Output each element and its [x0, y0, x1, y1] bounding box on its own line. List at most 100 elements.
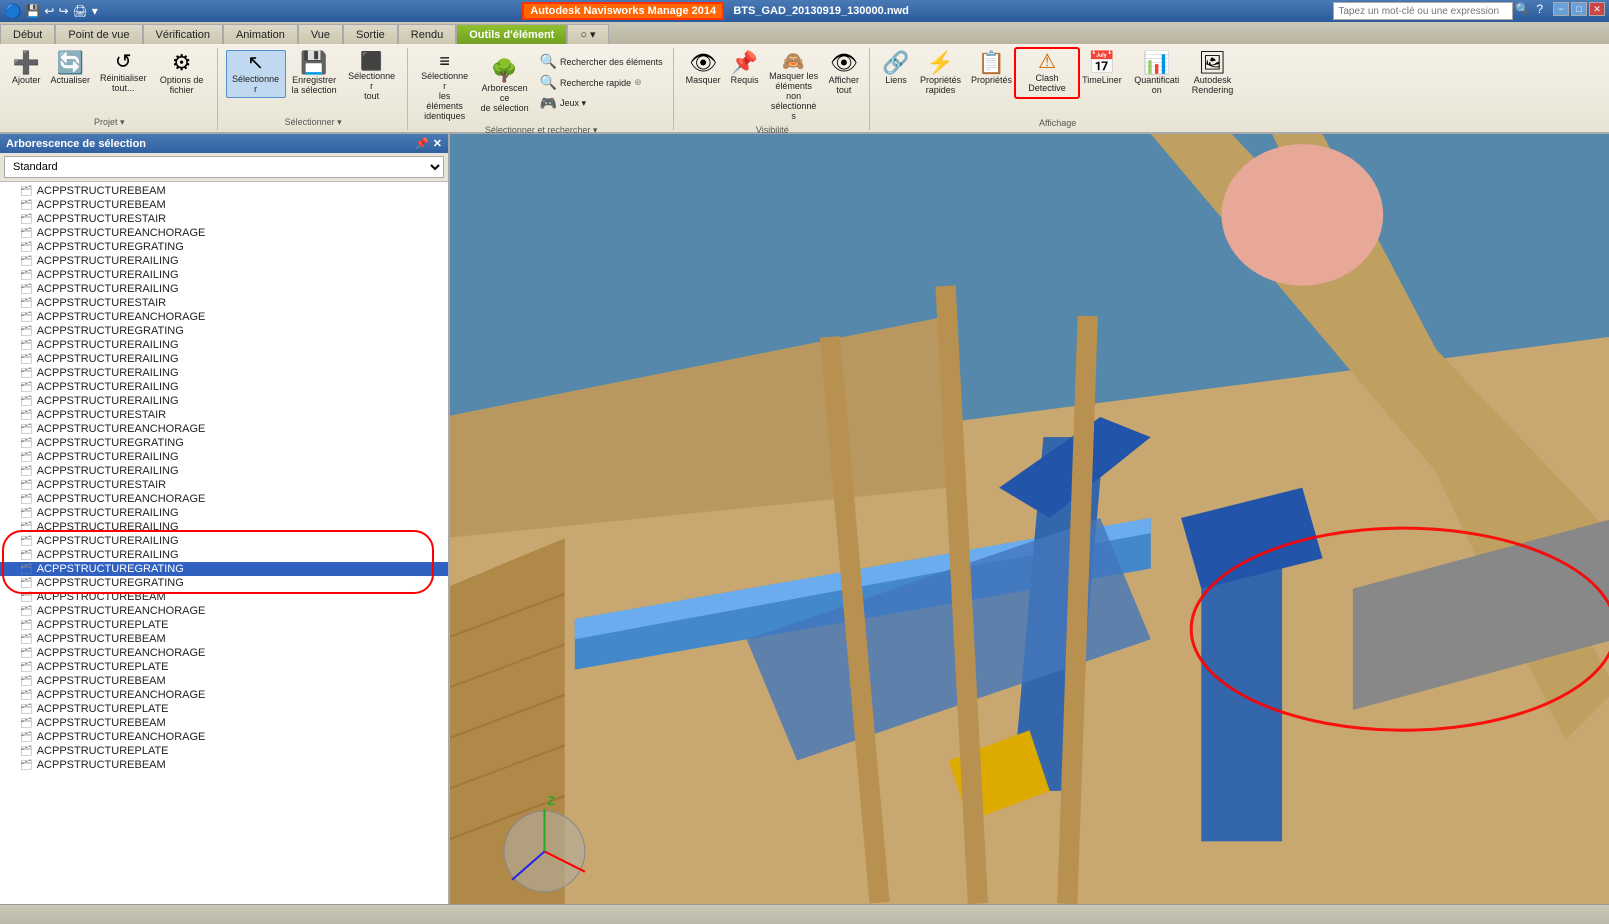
tree-item[interactable]: 🗂ACPPSTRUCTURESTAIR [0, 408, 448, 422]
btn-arborescence[interactable]: 🌳 Arborescencede sélection [476, 50, 534, 123]
tree-item[interactable]: 🗂ACPPSTRUCTUREGRATING [0, 240, 448, 254]
tree-item[interactable]: 🗂ACPPSTRUCTURERAILING [0, 366, 448, 380]
btn-masquer-non-sel[interactable]: 🙈 Masquer les élémentsnon sélectionnés [765, 50, 823, 123]
tab-verification[interactable]: Vérification [143, 24, 223, 44]
title-left: 🔵 💾 ↩ ↪ 🖨 ▾ [4, 3, 98, 20]
tab-extra[interactable]: ○ ▾ [567, 24, 608, 44]
btn-selectionner-tout[interactable]: ⬛ Sélectionnertout [343, 50, 401, 104]
quick-prop-icon: ⚡ [927, 52, 954, 74]
search-btn[interactable]: 🔍 [1515, 2, 1530, 20]
btn-selectionner[interactable]: ↖ Sélectionner [226, 50, 286, 98]
tree-item-icon: 🗂 [20, 354, 33, 365]
sidebar-dropdown[interactable]: Standard Compact [4, 156, 444, 178]
btn-liens[interactable]: 🔗 Liens [878, 50, 914, 88]
tree-item[interactable]: 🗂ACPPSTRUCTURERAILING [0, 282, 448, 296]
btn-jeux[interactable]: 🎮 Jeux ▾ [536, 94, 667, 113]
btn-quantification[interactable]: 📊 Quantification [1128, 50, 1186, 98]
tree-item-icon: 🗂 [20, 186, 33, 197]
ribbon-group-projet: ➕ Ajouter 🔄 Actualiser ↺ Réinitialiserto… [2, 48, 218, 130]
sidebar-pin-btn[interactable]: 📌 [415, 137, 429, 150]
tree-item[interactable]: 🗂ACPPSTRUCTURERAILING [0, 254, 448, 268]
tree-item[interactable]: 🗂ACPPSTRUCTURESTAIR [0, 478, 448, 492]
tree-item[interactable]: 🗂ACPPSTRUCTUREBEAM [0, 590, 448, 604]
btn-options[interactable]: ⚙ Options de fichier [153, 50, 211, 98]
tree-item[interactable]: 🗂ACPPSTRUCTURERAILING [0, 506, 448, 520]
tree-item[interactable]: 🗂ACPPSTRUCTUREPLATE [0, 660, 448, 674]
tree-item[interactable]: 🗂ACPPSTRUCTUREANCHORAGE [0, 422, 448, 436]
tree-item[interactable]: 🗂ACPPSTRUCTURERAILING [0, 450, 448, 464]
tree-item[interactable]: 🗂ACPPSTRUCTUREANCHORAGE [0, 310, 448, 324]
tab-sortie[interactable]: Sortie [343, 24, 398, 44]
btn-autodesk-rendering[interactable]: 🖼 AutodeskRendering [1188, 50, 1238, 98]
btn-timeliner[interactable]: 📅 TimeLiner [1078, 50, 1126, 88]
tree-item[interactable]: 🗂ACPPSTRUCTUREBEAM [0, 632, 448, 646]
maximize-button[interactable]: □ [1571, 2, 1587, 16]
tab-vue[interactable]: Vue [298, 24, 343, 44]
tree-item[interactable]: 🗂ACPPSTRUCTUREPLATE [0, 744, 448, 758]
tree-container[interactable]: 🗂ACPPSTRUCTUREBEAM🗂ACPPSTRUCTUREBEAM🗂ACP… [0, 182, 448, 904]
btn-ajouter[interactable]: ➕ Ajouter [8, 50, 45, 88]
tree-item-icon: 🗂 [20, 326, 33, 337]
tab-pointdevue[interactable]: Point de vue [55, 24, 142, 44]
tree-item[interactable]: 🗂ACPPSTRUCTUREANCHORAGE [0, 688, 448, 702]
btn-afficher-tout[interactable]: 👁 Affichertout [825, 50, 863, 98]
viewport[interactable]: Z [450, 134, 1609, 904]
quick-access-save[interactable]: 💾 [25, 4, 40, 18]
quick-access-print[interactable]: 🖨 [73, 4, 88, 18]
btn-rechercher-elements[interactable]: 🔍 Rechercher des éléments [536, 52, 667, 71]
global-search-input[interactable] [1333, 2, 1513, 20]
tab-animation[interactable]: Animation [223, 24, 298, 44]
tree-item[interactable]: 🗂ACPPSTRUCTUREANCHORAGE [0, 226, 448, 240]
btn-selectionner-identiques[interactable]: ≡ Sélectionnerles élémentsidentiques [416, 50, 474, 123]
tree-item[interactable]: 🗂ACPPSTRUCTUREANCHORAGE [0, 730, 448, 744]
tree-item[interactable]: 🗂ACPPSTRUCTUREANCHORAGE [0, 492, 448, 506]
btn-proprietes[interactable]: 📋 Propriétés [967, 50, 1016, 88]
tree-item[interactable]: 🗂ACPPSTRUCTURERAILING [0, 268, 448, 282]
quick-access-redo[interactable]: ↪ [58, 4, 68, 18]
quick-access-undo[interactable]: ↩ [44, 4, 54, 18]
tree-item-label: ACPPSTRUCTUREBEAM [37, 759, 166, 771]
btn-reinitialiser[interactable]: ↺ Réinitialisertout... [96, 50, 151, 96]
tab-outils-element[interactable]: Outils d'élément [456, 24, 567, 44]
tree-item[interactable]: 🗂ACPPSTRUCTURERAILING [0, 338, 448, 352]
tree-item[interactable]: 🗂ACPPSTRUCTURERAILING [0, 352, 448, 366]
tree-item[interactable]: 🗂ACPPSTRUCTURERAILING [0, 394, 448, 408]
tree-item[interactable]: 🗂ACPPSTRUCTURESTAIR [0, 296, 448, 310]
tree-item[interactable]: 🗂ACPPSTRUCTURERAILING [0, 464, 448, 478]
tree-item[interactable]: 🗂ACPPSTRUCTUREBEAM [0, 198, 448, 212]
btn-recherche-rapide[interactable]: 🔍 Recherche rapide ⊕ [536, 73, 667, 92]
tree-item[interactable]: 🗂ACPPSTRUCTUREGRATING [0, 576, 448, 590]
tree-item[interactable]: 🗂ACPPSTRUCTURESTAIR [0, 212, 448, 226]
tree-item[interactable]: 🗂ACPPSTRUCTUREBEAM [0, 184, 448, 198]
tree-item[interactable]: 🗂ACPPSTRUCTURERAILING [0, 548, 448, 562]
minimize-button[interactable]: − [1553, 2, 1569, 16]
tree-item[interactable]: 🗂ACPPSTRUCTUREBEAM [0, 716, 448, 730]
btn-actualiser[interactable]: 🔄 Actualiser [47, 50, 95, 88]
help-btn[interactable]: ? [1536, 2, 1543, 20]
tree-item[interactable]: 🗂ACPPSTRUCTUREPLATE [0, 618, 448, 632]
tree-item[interactable]: 🗂ACPPSTRUCTURERAILING [0, 534, 448, 548]
btn-proprietes-rapides[interactable]: ⚡ Propriétésrapides [916, 50, 965, 98]
btn-masquer[interactable]: 👁 Masquer [682, 50, 725, 88]
tree-item-label: ACPPSTRUCTUREPLATE [37, 661, 169, 673]
tree-item[interactable]: 🗂ACPPSTRUCTUREGRATING [0, 436, 448, 450]
tree-item[interactable]: 🗂ACPPSTRUCTUREANCHORAGE [0, 604, 448, 618]
tree-item[interactable]: 🗂ACPPSTRUCTURERAILING [0, 380, 448, 394]
btn-requis[interactable]: 📌 Requis [727, 50, 763, 88]
hide-icon: 👁 [689, 52, 717, 74]
tree-item[interactable]: 🗂ACPPSTRUCTUREGRATING [0, 562, 448, 576]
tree-item[interactable]: 🗂ACPPSTRUCTUREBEAM [0, 674, 448, 688]
tree-item-icon: 🗂 [20, 228, 33, 239]
tree-item[interactable]: 🗂ACPPSTRUCTUREGRATING [0, 324, 448, 338]
tab-debut[interactable]: Début [0, 24, 55, 44]
btn-enregistrer-selection[interactable]: 💾 Enregistrerla sélection [288, 50, 341, 98]
tree-item[interactable]: 🗂ACPPSTRUCTUREANCHORAGE [0, 646, 448, 660]
sidebar-close-btn[interactable]: ✕ [433, 137, 442, 150]
close-button[interactable]: ✕ [1589, 2, 1605, 16]
tree-item[interactable]: 🗂ACPPSTRUCTURERAILING [0, 520, 448, 534]
btn-clash-detective[interactable]: ⚠ Clash Detective [1018, 50, 1076, 96]
tab-rendu[interactable]: Rendu [398, 24, 456, 44]
tree-item[interactable]: 🗂ACPPSTRUCTUREPLATE [0, 702, 448, 716]
sidebar-toolbar: Standard Compact [0, 153, 448, 182]
tree-item[interactable]: 🗂ACPPSTRUCTUREBEAM [0, 758, 448, 772]
